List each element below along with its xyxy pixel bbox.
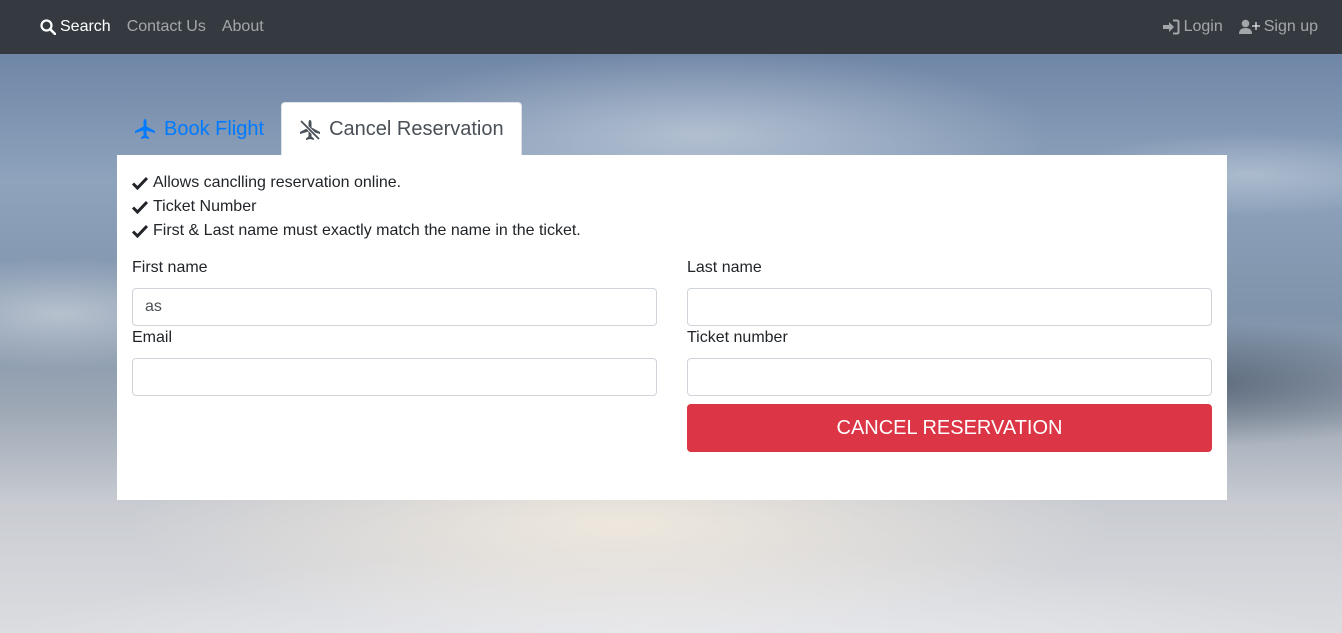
tab-cancel-reservation[interactable]: Cancel Reservation <box>281 102 522 156</box>
nav-contact-link[interactable]: Contact Us <box>127 18 206 36</box>
tab-cancel-reservation-label: Cancel Reservation <box>329 118 504 140</box>
first-name-label: First name <box>132 259 208 276</box>
ticket-number-label: Ticket number <box>687 329 788 346</box>
nav-left: Search Contact Us About <box>40 18 280 36</box>
check-icon <box>132 224 148 238</box>
nav-contact-label: Contact Us <box>126 18 206 35</box>
sign-in-icon <box>1162 19 1180 35</box>
check-icon <box>132 176 148 190</box>
first-name-input[interactable] <box>132 288 657 326</box>
nav-right: Login Sign up <box>1146 18 1318 36</box>
cancel-reservation-panel: Allows canclling reservation online. Tic… <box>117 155 1227 500</box>
search-icon <box>40 19 56 35</box>
nav-about-label: About <box>221 18 264 35</box>
email-label: Email <box>132 329 173 346</box>
nav-search-link[interactable]: Search <box>40 18 111 36</box>
user-plus-icon <box>1238 19 1260 34</box>
tab-book-flight-label: Book Flight <box>164 117 265 140</box>
nav-login-link[interactable]: Login <box>1162 18 1223 36</box>
info-notes: Allows canclling reservation online. Tic… <box>132 171 581 243</box>
tab-book-flight[interactable]: Book Flight <box>117 102 281 156</box>
note-item: Allows canclling reservation online. <box>132 171 581 195</box>
note-text: Ticket Number <box>153 198 257 215</box>
nav-signup-link[interactable]: Sign up <box>1238 18 1318 36</box>
cancel-reservation-button[interactable]: CANCEL RESERVATION <box>687 404 1212 452</box>
note-text: Allows canclling reservation online. <box>153 174 402 191</box>
check-icon <box>132 200 148 214</box>
email-input[interactable] <box>132 358 657 396</box>
nav-login-label: Login <box>1183 18 1223 35</box>
note-item: First & Last name must exactly match the… <box>132 219 581 243</box>
nav-about-link[interactable]: About <box>222 18 264 36</box>
ticket-number-input[interactable] <box>687 358 1212 396</box>
plane-slash-icon <box>299 119 321 140</box>
reservation-tabs: Book Flight Cancel Reservation <box>117 102 522 156</box>
nav-signup-label: Sign up <box>1263 18 1318 35</box>
last-name-label: Last name <box>687 259 762 276</box>
note-text: First & Last name must exactly match the… <box>153 222 581 239</box>
note-item: Ticket Number <box>132 195 581 219</box>
plane-icon <box>135 119 155 139</box>
nav-search-label: Search <box>60 18 111 35</box>
top-navbar: Search Contact Us About Login Sign up <box>0 0 1342 54</box>
last-name-input[interactable] <box>687 288 1212 326</box>
